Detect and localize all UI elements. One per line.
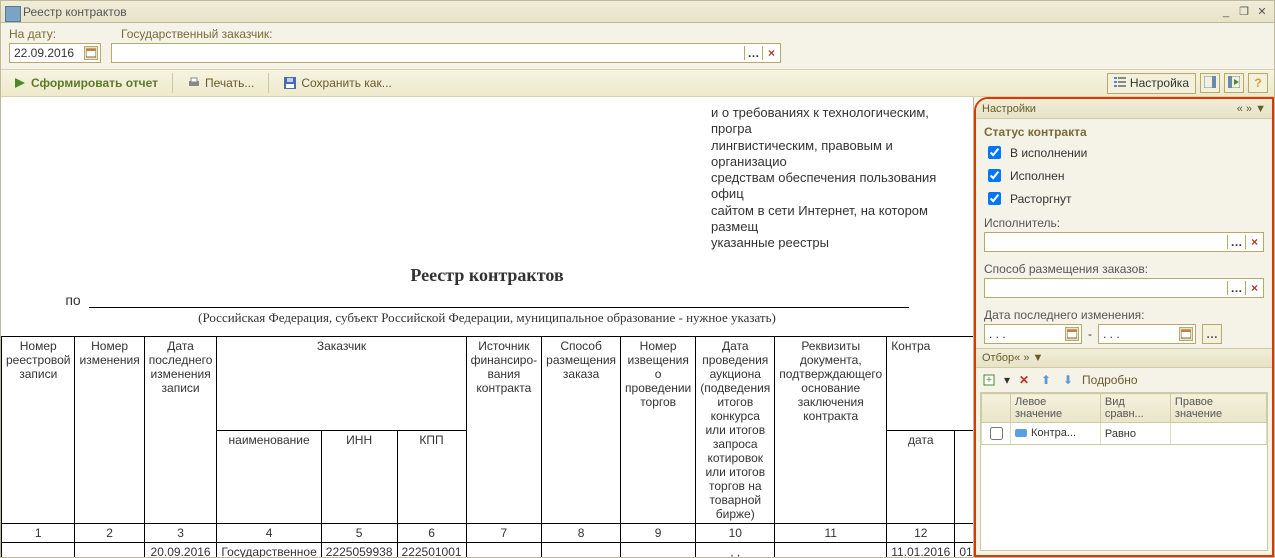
date-from-input[interactable]: . . . <box>984 324 1082 344</box>
col-8-header: Дата проведения аукциона (подведения ито… <box>696 337 775 524</box>
customer-input[interactable]: … × <box>111 43 781 63</box>
more-link[interactable]: Подробно <box>1082 373 1138 387</box>
save-as-button[interactable]: Сохранить как... <box>277 74 397 92</box>
settings-header: Настройки « » ▼ <box>976 99 1272 119</box>
filter-empty-area <box>980 445 1268 551</box>
filter-area: Левое значение Вид сравн... Правое значе… <box>976 392 1272 555</box>
panel-icon <box>1228 76 1240 91</box>
separator <box>172 73 173 93</box>
date-extra-button[interactable]: … <box>1202 324 1222 344</box>
col-4b-header: ИНН <box>321 430 397 524</box>
col-3-header: Дата последнего изменения записи <box>144 337 217 524</box>
col-2-header: Номер изменения <box>75 337 144 524</box>
filter-toolbar: + ▾ ✕ ⬆ ⬇ Подробно <box>976 368 1272 392</box>
col-4a-header: наименование <box>217 430 321 524</box>
status-in-progress-checkbox[interactable]: В исполнении <box>976 141 1272 164</box>
filter-row[interactable]: Контра... Равно <box>982 423 1267 445</box>
help-button[interactable]: ? <box>1248 73 1268 93</box>
date-to-input[interactable]: . . . <box>1098 324 1196 344</box>
table-row: 20.09.2016 Государственное учреждение 22… <box>2 543 975 557</box>
report-subnote: (Российская Федерация, субъект Российско… <box>1 310 973 326</box>
report-description: и о требованиях к технологическим, прогр… <box>711 105 973 251</box>
collapse-button[interactable]: « » ▼ <box>1237 103 1266 115</box>
calendar-icon[interactable] <box>84 46 98 60</box>
filter-row-checkbox[interactable] <box>990 427 1003 440</box>
clear-button[interactable]: × <box>1245 281 1263 295</box>
col-right[interactable]: Правое значение <box>1170 394 1266 423</box>
customer-lookup-button[interactable]: … <box>744 46 762 60</box>
svg-text:+: + <box>986 375 992 386</box>
date-value: 22.09.2016 <box>14 46 74 60</box>
customer-label: Государственный заказчик: <box>121 27 273 41</box>
down-button[interactable]: ⬇ <box>1060 372 1076 388</box>
col-1-header: Номер реестровой записи <box>2 337 75 524</box>
toolbar-right: Настройка ? <box>1107 73 1268 94</box>
col-7-header: Номер извещения о проведении торгов <box>621 337 696 524</box>
toolbar: Сформировать отчет Печать... Сохранить к… <box>1 69 1274 97</box>
date-range: . . . - . . . … <box>984 324 1264 344</box>
lookup-button[interactable]: … <box>1227 235 1245 249</box>
panel-icon <box>1204 76 1216 91</box>
date-label: На дату: <box>9 27 101 41</box>
col-4c-header: КПП <box>397 430 466 524</box>
titlebar: Реестр контрактов _ ❐ ✕ <box>1 1 1274 23</box>
collapse-button[interactable]: « » ▼ <box>1014 352 1043 364</box>
executor-label: Исполнитель: <box>976 210 1272 232</box>
up-button[interactable]: ⬆ <box>1038 372 1054 388</box>
underline <box>89 294 909 308</box>
delete-filter-button[interactable]: ✕ <box>1016 372 1032 388</box>
report-subject-row: по <box>1 292 973 308</box>
calendar-icon[interactable] <box>1179 327 1193 341</box>
restore-button[interactable]: ❐ <box>1236 5 1252 19</box>
calendar-icon[interactable] <box>1065 327 1079 341</box>
separator <box>268 73 269 93</box>
settings-panel: Настройки « » ▼ Статус контракта В испол… <box>974 97 1274 557</box>
filter-inputs: 22.09.2016 … × <box>1 43 1274 69</box>
col-comparison[interactable]: Вид сравн... <box>1100 394 1170 423</box>
col-9-header: Реквизиты документа, подтверждающего осн… <box>775 337 887 524</box>
col-10-header: Контра <box>887 337 974 431</box>
panel-toggle-1-button[interactable] <box>1200 73 1220 93</box>
col-10a-header: дата <box>887 430 955 524</box>
window-title: Реестр контрактов <box>5 5 1216 19</box>
panel-toggle-2-button[interactable] <box>1224 73 1244 93</box>
filter-labels: На дату: Государственный заказчик: <box>1 23 1274 43</box>
col-left[interactable]: Левое значение <box>1011 394 1101 423</box>
col-6-header: Способ размещения заказа <box>542 337 621 524</box>
date-input[interactable]: 22.09.2016 <box>9 43 101 63</box>
disk-icon <box>283 76 297 90</box>
body: и о требованиях к технологическим, прогр… <box>1 97 1274 557</box>
status-title: Статус контракта <box>976 119 1272 141</box>
lastchange-label: Дата последнего изменения: <box>976 302 1272 324</box>
play-icon <box>13 76 27 90</box>
lookup-button[interactable]: … <box>1227 281 1245 295</box>
field-icon <box>1015 429 1027 437</box>
registry-table: Номер реестровой записи Номер изменения … <box>1 336 974 557</box>
printer-icon <box>187 76 201 90</box>
filter-header: Отбор « » ▼ <box>976 348 1272 368</box>
status-done-checkbox[interactable]: Исполнен <box>976 164 1272 187</box>
filter-left-value[interactable]: Контра... <box>1015 427 1076 439</box>
status-terminated-checkbox[interactable]: Расторгнут <box>976 187 1272 210</box>
filter-table: Левое значение Вид сравн... Правое значе… <box>980 392 1268 445</box>
col-5-header: Источник финансиро-вания контракта <box>466 337 542 524</box>
clear-button[interactable]: × <box>1245 235 1263 249</box>
generate-report-button[interactable]: Сформировать отчет <box>7 74 164 92</box>
settings-button[interactable]: Настройка <box>1107 73 1196 94</box>
report-area[interactable]: и о требованиях к технологическим, прогр… <box>1 97 974 557</box>
executor-input[interactable]: … × <box>984 232 1264 252</box>
main-window: Реестр контрактов _ ❐ ✕ На дату: Государ… <box>0 0 1275 558</box>
minimize-button[interactable]: _ <box>1218 5 1234 19</box>
list-icon <box>1114 76 1126 91</box>
method-input[interactable]: … × <box>984 278 1264 298</box>
close-button[interactable]: ✕ <box>1254 5 1270 19</box>
customer-clear-button[interactable]: × <box>762 46 780 60</box>
col-4-header: Заказчик <box>217 337 466 431</box>
report-title: Реестр контрактов <box>1 265 973 286</box>
print-button[interactable]: Печать... <box>181 74 260 92</box>
method-label: Способ размещения заказов: <box>976 256 1272 278</box>
add-filter-button[interactable]: + <box>982 372 998 388</box>
